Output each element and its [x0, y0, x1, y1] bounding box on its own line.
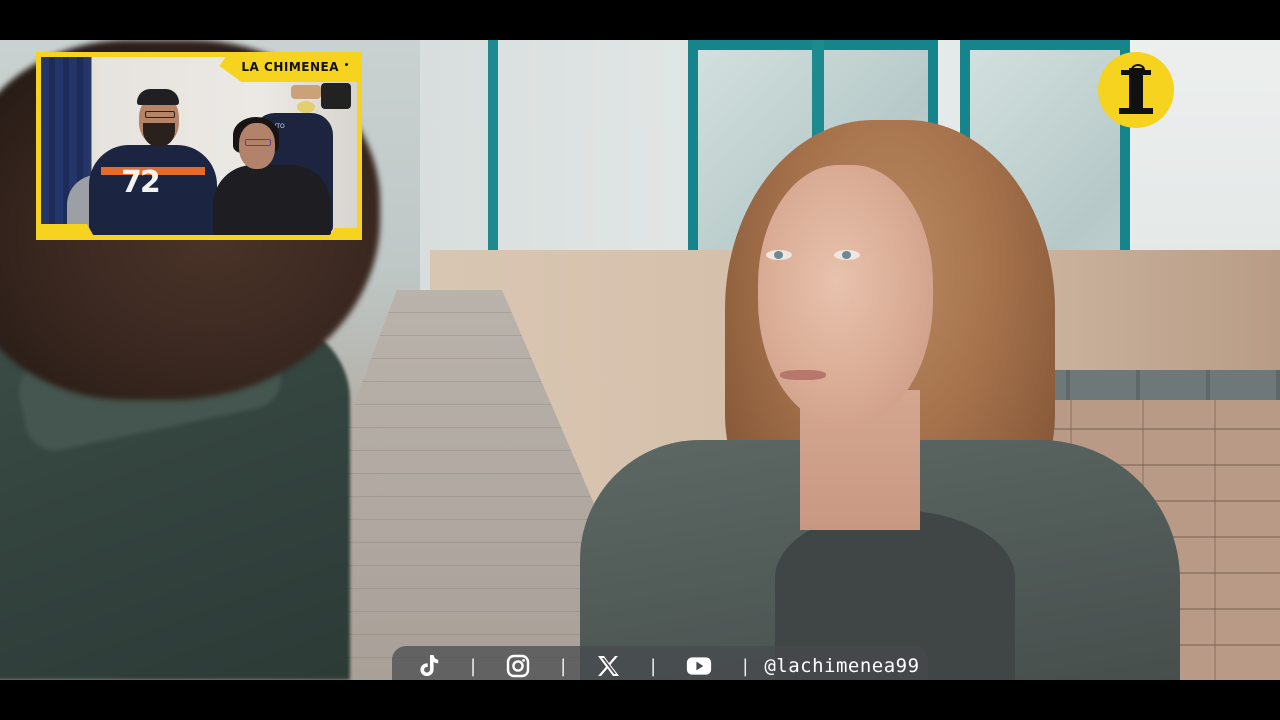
- pip-channel-label-text: LA CHIMENEA: [241, 60, 339, 74]
- woman-eye: [766, 250, 792, 260]
- channel-logo: [1098, 52, 1174, 128]
- pip-person1-cap: [137, 89, 179, 105]
- instagram-icon[interactable]: [506, 653, 530, 679]
- pip-jersey-number: 72: [121, 165, 161, 200]
- pip-person2-body: [213, 165, 331, 235]
- separator: |: [560, 655, 567, 677]
- smoke-icon: [1131, 64, 1145, 76]
- letterbox-bottom: [0, 680, 1280, 720]
- pip-corner-accent: [41, 224, 96, 235]
- pip-glasses: [145, 111, 175, 118]
- pip-person2-head: [239, 123, 275, 169]
- pip-label-dot: [345, 62, 348, 66]
- separator: |: [742, 655, 749, 677]
- webcam-overlay: FERRITO 72 LA CHIMENEA: [36, 52, 362, 240]
- x-icon[interactable]: [596, 653, 620, 679]
- separator: |: [650, 655, 657, 677]
- pip-camera: [321, 83, 351, 109]
- woman-eye: [834, 250, 860, 260]
- pip-channel-label: LA CHIMENEA: [219, 57, 357, 82]
- pip-shelf: [291, 85, 321, 99]
- youtube-icon[interactable]: [686, 653, 712, 679]
- social-handle[interactable]: @lachimenea99: [764, 655, 919, 677]
- tiktok-icon[interactable]: [418, 653, 440, 679]
- woman-face: [758, 165, 933, 425]
- pip-lamp: [297, 101, 315, 113]
- pip-glasses: [245, 139, 271, 146]
- woman-lips: [780, 370, 826, 380]
- separator: |: [470, 655, 477, 677]
- letterbox-top: [0, 0, 1280, 40]
